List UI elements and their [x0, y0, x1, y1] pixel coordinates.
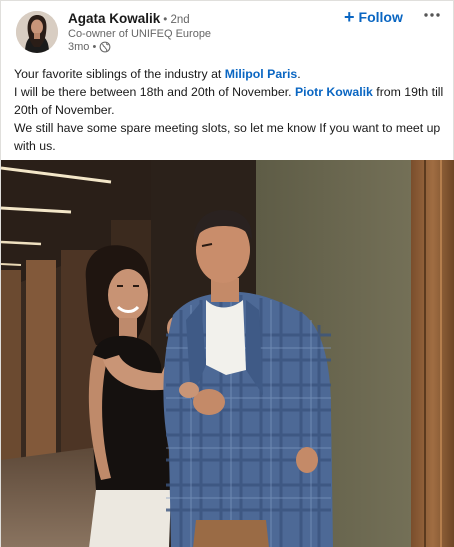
- follow-button[interactable]: + Follow: [344, 7, 403, 27]
- follow-label: Follow: [358, 9, 403, 25]
- post-line-1: Your favorite siblings of the industry a…: [14, 65, 446, 83]
- photo-illustration: [1, 160, 454, 547]
- author-avatar[interactable]: [16, 11, 58, 53]
- post-text: .: [297, 67, 301, 81]
- feed-post: Agata Kowalik • 2nd Co-owner of UNIFEQ E…: [0, 0, 454, 547]
- post-line-3: We still have some spare meeting slots, …: [14, 121, 441, 153]
- post-line-2: I will be there between 18th and 20th of…: [14, 83, 446, 119]
- author-name-row: Agata Kowalik • 2nd: [68, 11, 211, 26]
- mention-milipol[interactable]: Milipol Paris: [225, 67, 297, 81]
- connection-degree: • 2nd: [163, 14, 190, 26]
- post-text: I will be there between 18th and 20th of…: [14, 85, 295, 99]
- post-image[interactable]: [1, 160, 454, 547]
- post-body: Your favorite siblings of the industry a…: [14, 65, 446, 155]
- author-info: Agata Kowalik • 2nd Co-owner of UNIFEQ E…: [68, 11, 211, 53]
- plus-icon: +: [344, 7, 355, 27]
- mention-piotr-kowalik[interactable]: Piotr Kowalik: [295, 85, 373, 99]
- post-meta: 3mo •: [68, 41, 211, 53]
- more-dots-icon[interactable]: [421, 5, 443, 25]
- author-headline: Co-owner of UNIFEQ Europe: [68, 28, 212, 40]
- post-header: Agata Kowalik • 2nd Co-owner of UNIFEQ E…: [1, 1, 454, 61]
- globe-icon: [99, 41, 111, 53]
- author-name[interactable]: Agata Kowalik: [68, 11, 160, 26]
- post-time: 3mo •: [68, 41, 97, 53]
- post-text: Your favorite siblings of the industry a…: [14, 67, 225, 81]
